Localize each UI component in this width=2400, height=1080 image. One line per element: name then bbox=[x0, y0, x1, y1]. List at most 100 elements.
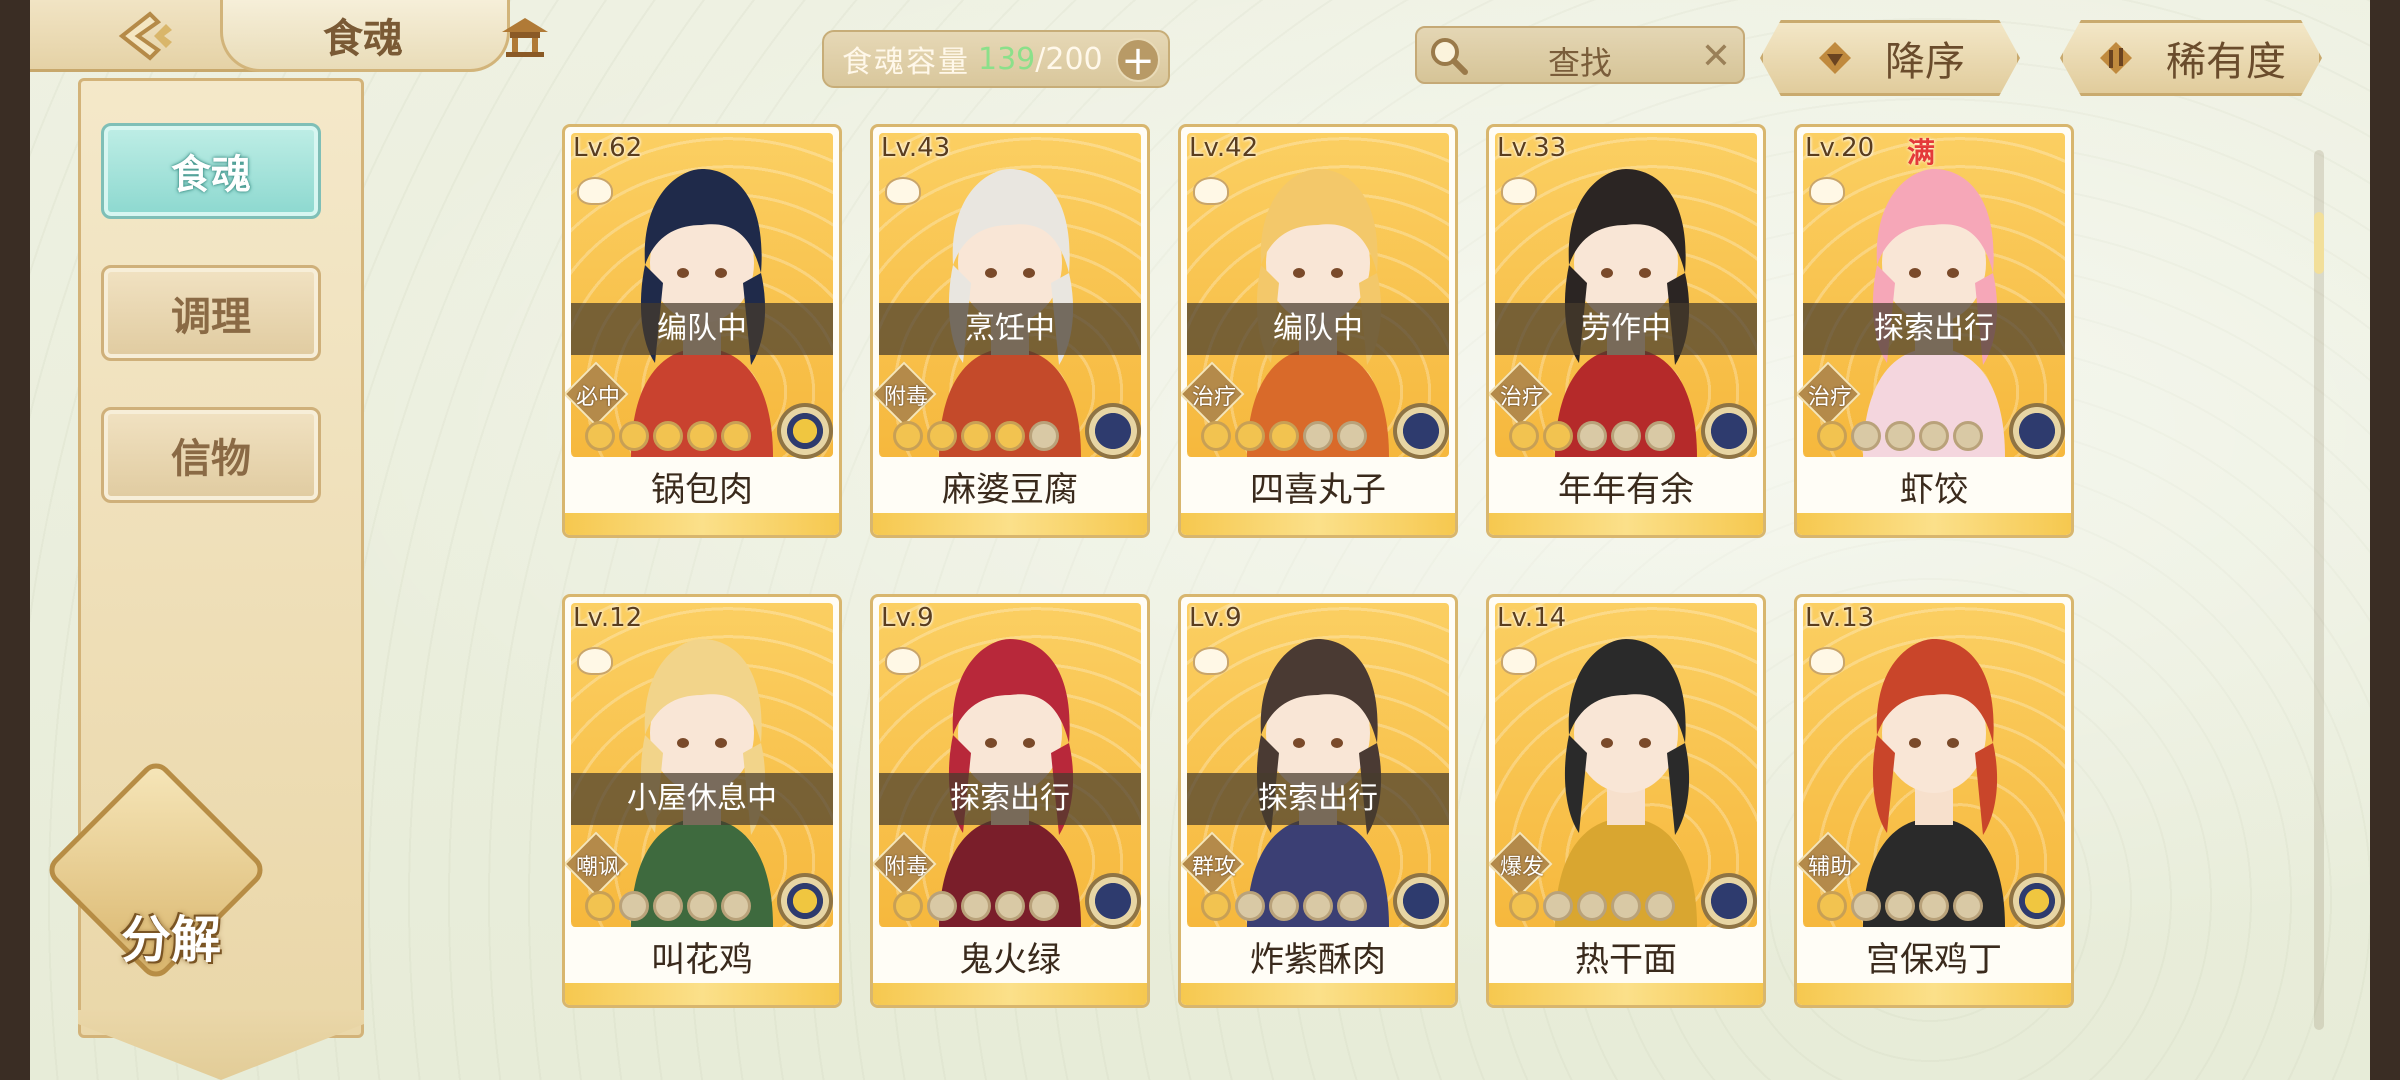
food-soul-name: 虾饺 bbox=[1900, 470, 1968, 510]
status-banner: 编队中 bbox=[1187, 303, 1449, 355]
star-icon bbox=[687, 891, 717, 921]
element-orb-icon bbox=[1393, 403, 1449, 459]
element-orb-icon bbox=[1085, 873, 1141, 929]
status-banner: 编队中 bbox=[571, 303, 833, 355]
star-icon bbox=[1543, 891, 1573, 921]
star-rating bbox=[893, 891, 1059, 925]
status-banner: 探索出行 bbox=[1187, 773, 1449, 825]
star-rating bbox=[1509, 421, 1675, 455]
star-icon bbox=[1337, 891, 1367, 921]
star-icon bbox=[1509, 421, 1539, 451]
role-badge: 附毒 bbox=[873, 361, 939, 427]
star-icon bbox=[619, 891, 649, 921]
star-icon bbox=[927, 891, 957, 921]
food-soul-name: 热干面 bbox=[1575, 940, 1677, 980]
star-icon bbox=[1817, 421, 1847, 451]
plate-icon bbox=[1809, 177, 1845, 205]
status-banner: 探索出行 bbox=[1803, 303, 2065, 355]
star-icon bbox=[585, 421, 615, 451]
star-icon bbox=[1029, 421, 1059, 451]
star-rating bbox=[1509, 891, 1675, 925]
scrollbar-thumb[interactable] bbox=[2314, 212, 2324, 274]
home-pavilion-icon[interactable] bbox=[500, 14, 550, 58]
star-icon bbox=[1919, 421, 1949, 451]
element-orb-icon bbox=[1393, 873, 1449, 929]
food-soul-card[interactable]: Lv.12 小屋休息中 嘲讽 叫花鸡 bbox=[562, 594, 842, 1008]
tab-token[interactable]: 信物 bbox=[101, 407, 321, 503]
food-soul-card[interactable]: Lv.14 爆发 热干面 bbox=[1486, 594, 1766, 1008]
food-soul-name: 四喜丸子 bbox=[1250, 470, 1386, 510]
role-badge: 群攻 bbox=[1181, 831, 1247, 897]
star-rating bbox=[1201, 891, 1367, 925]
clear-search-icon[interactable]: ✕ bbox=[1701, 36, 1731, 77]
star-rating bbox=[585, 891, 751, 925]
role-badge: 辅助 bbox=[1797, 831, 1863, 897]
level-label: Lv.43 bbox=[881, 133, 951, 163]
role-badge: 必中 bbox=[565, 361, 631, 427]
star-icon bbox=[1645, 891, 1675, 921]
star-icon bbox=[1919, 891, 1949, 921]
sort-rarity-button[interactable]: 稀有度 bbox=[2060, 20, 2322, 96]
food-soul-card[interactable]: Lv.42 编队中 治疗 四喜丸子 bbox=[1178, 124, 1458, 538]
plate-icon bbox=[577, 177, 613, 205]
star-rating bbox=[893, 421, 1059, 455]
level-label: Lv.13 bbox=[1805, 603, 1875, 633]
star-icon bbox=[995, 421, 1025, 451]
capacity-total: /200 bbox=[1035, 41, 1103, 77]
card-footer bbox=[873, 983, 1147, 1005]
add-capacity-button[interactable]: + bbox=[1116, 38, 1160, 82]
back-button[interactable] bbox=[90, 6, 200, 66]
role-badge: 嘲讽 bbox=[565, 831, 631, 897]
plate-icon bbox=[1193, 177, 1229, 205]
back-arrow-icon bbox=[118, 11, 172, 61]
element-orb-icon bbox=[1701, 873, 1757, 929]
star-icon bbox=[1303, 891, 1333, 921]
star-icon bbox=[1269, 891, 1299, 921]
star-icon bbox=[1303, 421, 1333, 451]
star-icon bbox=[995, 891, 1025, 921]
food-soul-name: 年年有余 bbox=[1558, 470, 1694, 510]
level-label: Lv.42 bbox=[1189, 133, 1259, 163]
star-icon bbox=[1611, 421, 1641, 451]
card-footer bbox=[1797, 513, 2071, 535]
star-rating bbox=[585, 421, 751, 455]
star-icon bbox=[1577, 421, 1607, 451]
plate-icon bbox=[577, 647, 613, 675]
role-label: 辅助 bbox=[1807, 855, 1852, 880]
star-icon bbox=[1235, 421, 1265, 451]
decompose-label[interactable]: 分解 bbox=[96, 900, 246, 972]
sort-order-button[interactable]: 降序 bbox=[1760, 20, 2020, 96]
food-soul-card[interactable]: Lv.62 编队中 必中 锅包肉 bbox=[562, 124, 842, 538]
card-footer bbox=[565, 513, 839, 535]
food-soul-card[interactable]: Lv.9 探索出行 群攻 炸紫酥肉 bbox=[1178, 594, 1458, 1008]
plate-icon bbox=[1501, 647, 1537, 675]
star-icon bbox=[1885, 421, 1915, 451]
star-rating bbox=[1817, 421, 1983, 455]
tab-conditioning[interactable]: 调理 bbox=[101, 265, 321, 361]
search-input[interactable]: 查找 ✕ bbox=[1415, 26, 1745, 84]
soul-capacity-display: 食魂容量 139 /200 + bbox=[822, 30, 1170, 88]
star-icon bbox=[1645, 421, 1675, 451]
food-soul-card[interactable]: Lv.33 劳作中 治疗 年年有余 bbox=[1486, 124, 1766, 538]
scrollbar-track[interactable] bbox=[2314, 150, 2324, 1030]
capacity-count: 139 bbox=[978, 41, 1036, 77]
star-rating bbox=[1817, 891, 1983, 925]
food-soul-card[interactable]: Lv.9 探索出行 附毒 鬼火绿 bbox=[870, 594, 1150, 1008]
role-badge: 爆发 bbox=[1489, 831, 1555, 897]
star-icon bbox=[1235, 891, 1265, 921]
food-soul-card[interactable]: Lv.13 辅助 宫保鸡丁 bbox=[1794, 594, 2074, 1008]
card-footer bbox=[1181, 983, 1455, 1005]
role-badge: 治疗 bbox=[1797, 361, 1863, 427]
star-icon bbox=[1885, 891, 1915, 921]
star-icon bbox=[1201, 421, 1231, 451]
level-label: Lv.9 bbox=[1189, 603, 1242, 633]
food-soul-card[interactable]: Lv.20 满 探索出行 治疗 虾饺 bbox=[1794, 124, 2074, 538]
star-icon bbox=[961, 891, 991, 921]
status-banner: 烹饪中 bbox=[879, 303, 1141, 355]
food-soul-card[interactable]: Lv.43 烹饪中 附毒 麻婆豆腐 bbox=[870, 124, 1150, 538]
role-label: 嘲讽 bbox=[575, 855, 620, 880]
tab-food-soul[interactable]: 食魂 bbox=[101, 123, 321, 219]
star-icon bbox=[893, 421, 923, 451]
star-icon bbox=[585, 891, 615, 921]
star-icon bbox=[721, 421, 751, 451]
